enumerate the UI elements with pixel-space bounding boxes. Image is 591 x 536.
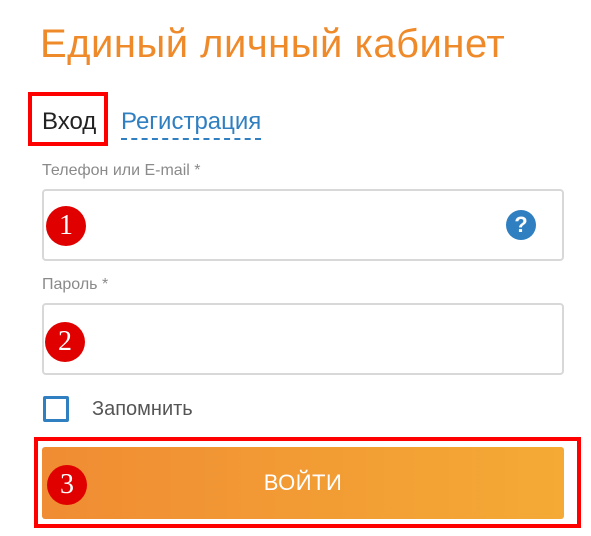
- tab-login[interactable]: Вход: [42, 108, 96, 136]
- phone-field-label: Телефон или E-mail *: [42, 162, 201, 179]
- question-circle-icon[interactable]: ?: [506, 210, 536, 240]
- login-submit-button[interactable]: ВОЙТИ: [42, 447, 564, 519]
- annotation-badge-3: 3: [47, 465, 87, 505]
- annotation-badge-2: 2: [45, 322, 85, 362]
- annotation-badge-1: 1: [46, 206, 86, 246]
- page-title: Единый личный кабинет: [40, 22, 506, 66]
- tab-register[interactable]: Регистрация: [121, 108, 262, 140]
- phone-input[interactable]: [104, 205, 488, 247]
- password-field-label: Пароль *: [42, 276, 109, 293]
- login-page: Единый личный кабинет Вход Регистрация Т…: [0, 0, 591, 536]
- phone-field[interactable]: ?: [42, 189, 564, 261]
- remember-label[interactable]: Запомнить: [92, 398, 193, 421]
- remember-checkbox[interactable]: [43, 396, 69, 422]
- password-input[interactable]: [104, 319, 488, 361]
- password-field[interactable]: [42, 303, 564, 375]
